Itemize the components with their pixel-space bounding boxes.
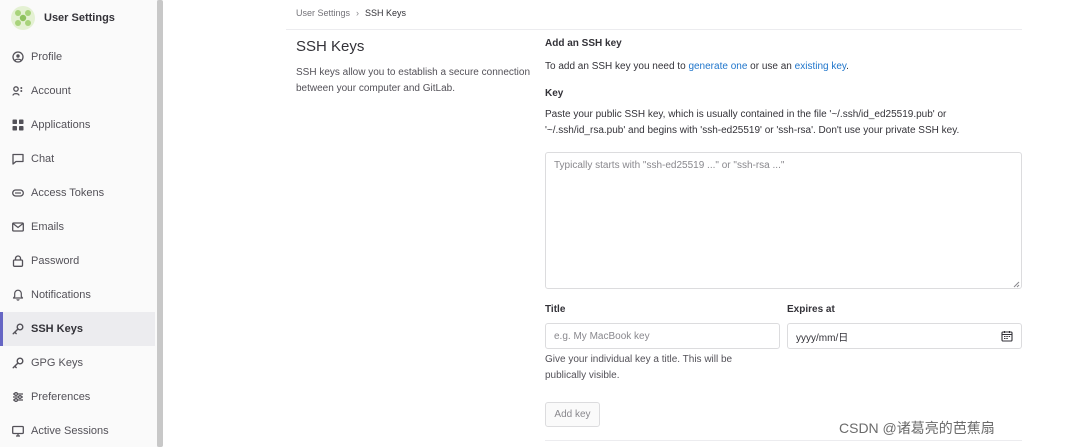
- sidebar-item-label: Account: [31, 85, 71, 97]
- intro-text: To add an SSH key you need to: [545, 61, 689, 72]
- add-ssh-key-heading: Add an SSH key: [545, 38, 622, 49]
- existing-key-link[interactable]: existing key: [795, 61, 847, 72]
- title-placeholder: e.g. My MacBook key: [554, 330, 650, 342]
- add-key-button[interactable]: Add key: [545, 402, 600, 427]
- generate-one-link[interactable]: generate one: [688, 61, 747, 72]
- key-icon: [12, 357, 24, 369]
- sidebar-item-label: SSH Keys: [31, 323, 83, 335]
- sidebar-item-account[interactable]: Account: [0, 74, 155, 108]
- sidebar-item-preferences[interactable]: Preferences: [0, 380, 155, 414]
- add-ssh-key-intro: To add an SSH key you need to generate o…: [545, 59, 849, 75]
- expires-at-date-input[interactable]: yyyy/mm/日: [787, 323, 1022, 349]
- sidebar-item-notifications[interactable]: Notifications: [0, 278, 155, 312]
- sidebar-nav: Profile Account Applications Chat Access…: [0, 40, 155, 447]
- monitor-icon: [12, 425, 24, 437]
- sidebar-item-ssh-keys[interactable]: SSH Keys: [0, 312, 155, 346]
- gitlab-avatar-icon[interactable]: [10, 5, 36, 31]
- key-help-text: Paste your public SSH key, which is usua…: [545, 109, 960, 136]
- bell-icon: [12, 289, 24, 301]
- sidebar-item-label: Chat: [31, 153, 55, 165]
- sidebar-item-label: Active Sessions: [31, 425, 109, 437]
- breadcrumb-parent-link[interactable]: User Settings: [296, 8, 350, 18]
- key-label: Key: [545, 88, 564, 99]
- title-input[interactable]: e.g. My MacBook key: [545, 323, 780, 349]
- sidebar-item-label: Password: [31, 255, 80, 267]
- sidebar-item-chat[interactable]: Chat: [0, 142, 155, 176]
- sidebar-item-label: Notifications: [31, 289, 91, 301]
- token-icon: [12, 187, 24, 199]
- page-title: SSH Keys: [296, 38, 365, 55]
- date-value: yyyy/mm/日: [796, 332, 849, 344]
- sidebar-scrollbar[interactable]: [157, 0, 163, 447]
- expires-at-label: Expires at: [787, 304, 835, 315]
- watermark: CSDN @诸葛亮的芭蕉扇: [839, 420, 995, 436]
- calendar-icon[interactable]: [1001, 330, 1013, 342]
- intro-text: .: [846, 61, 849, 72]
- section-description: SSH keys allow you to establish a secure…: [296, 67, 531, 94]
- sidebar: User Settings Profile Account Applicatio…: [0, 0, 158, 447]
- sidebar-item-label: Profile: [31, 51, 63, 63]
- breadcrumb-current[interactable]: SSH Keys: [365, 8, 406, 18]
- sidebar-item-label: GPG Keys: [31, 357, 83, 369]
- sidebar-title: User Settings: [44, 12, 115, 24]
- sidebar-item-label: Applications: [31, 119, 91, 131]
- sidebar-item-emails[interactable]: Emails: [0, 210, 155, 244]
- account-icon: [12, 85, 24, 97]
- divider: [286, 29, 1022, 30]
- key-textarea[interactable]: Typically starts with "ssh-ed25519 ..." …: [545, 152, 1022, 289]
- sidebar-item-label: Access Tokens: [31, 187, 105, 199]
- preferences-icon: [12, 391, 24, 403]
- mail-icon: [12, 221, 24, 233]
- applications-icon: [12, 119, 24, 131]
- profile-icon: [12, 51, 24, 63]
- sidebar-item-password[interactable]: Password: [0, 244, 155, 278]
- divider: [545, 440, 1022, 441]
- title-help-text: Give your individual key a title. This w…: [545, 354, 733, 381]
- sidebar-header: User Settings: [0, 0, 157, 36]
- sidebar-item-profile[interactable]: Profile: [0, 40, 155, 74]
- sidebar-item-access-tokens[interactable]: Access Tokens: [0, 176, 155, 210]
- lock-icon: [12, 255, 24, 267]
- title-label: Title: [545, 304, 566, 315]
- chevron-right-icon: ›: [356, 8, 360, 18]
- sidebar-item-gpg-keys[interactable]: GPG Keys: [0, 346, 155, 380]
- sidebar-item-active-sessions[interactable]: Active Sessions: [0, 414, 155, 447]
- key-icon: [12, 323, 24, 335]
- sidebar-item-applications[interactable]: Applications: [0, 108, 155, 142]
- sidebar-item-label: Preferences: [31, 391, 91, 403]
- breadcrumb: User Settings › SSH Keys: [296, 8, 406, 18]
- chat-icon: [12, 153, 24, 165]
- resize-handle-icon[interactable]: [1012, 280, 1020, 288]
- sidebar-item-label: Emails: [31, 221, 65, 233]
- intro-text: or use an: [747, 61, 795, 72]
